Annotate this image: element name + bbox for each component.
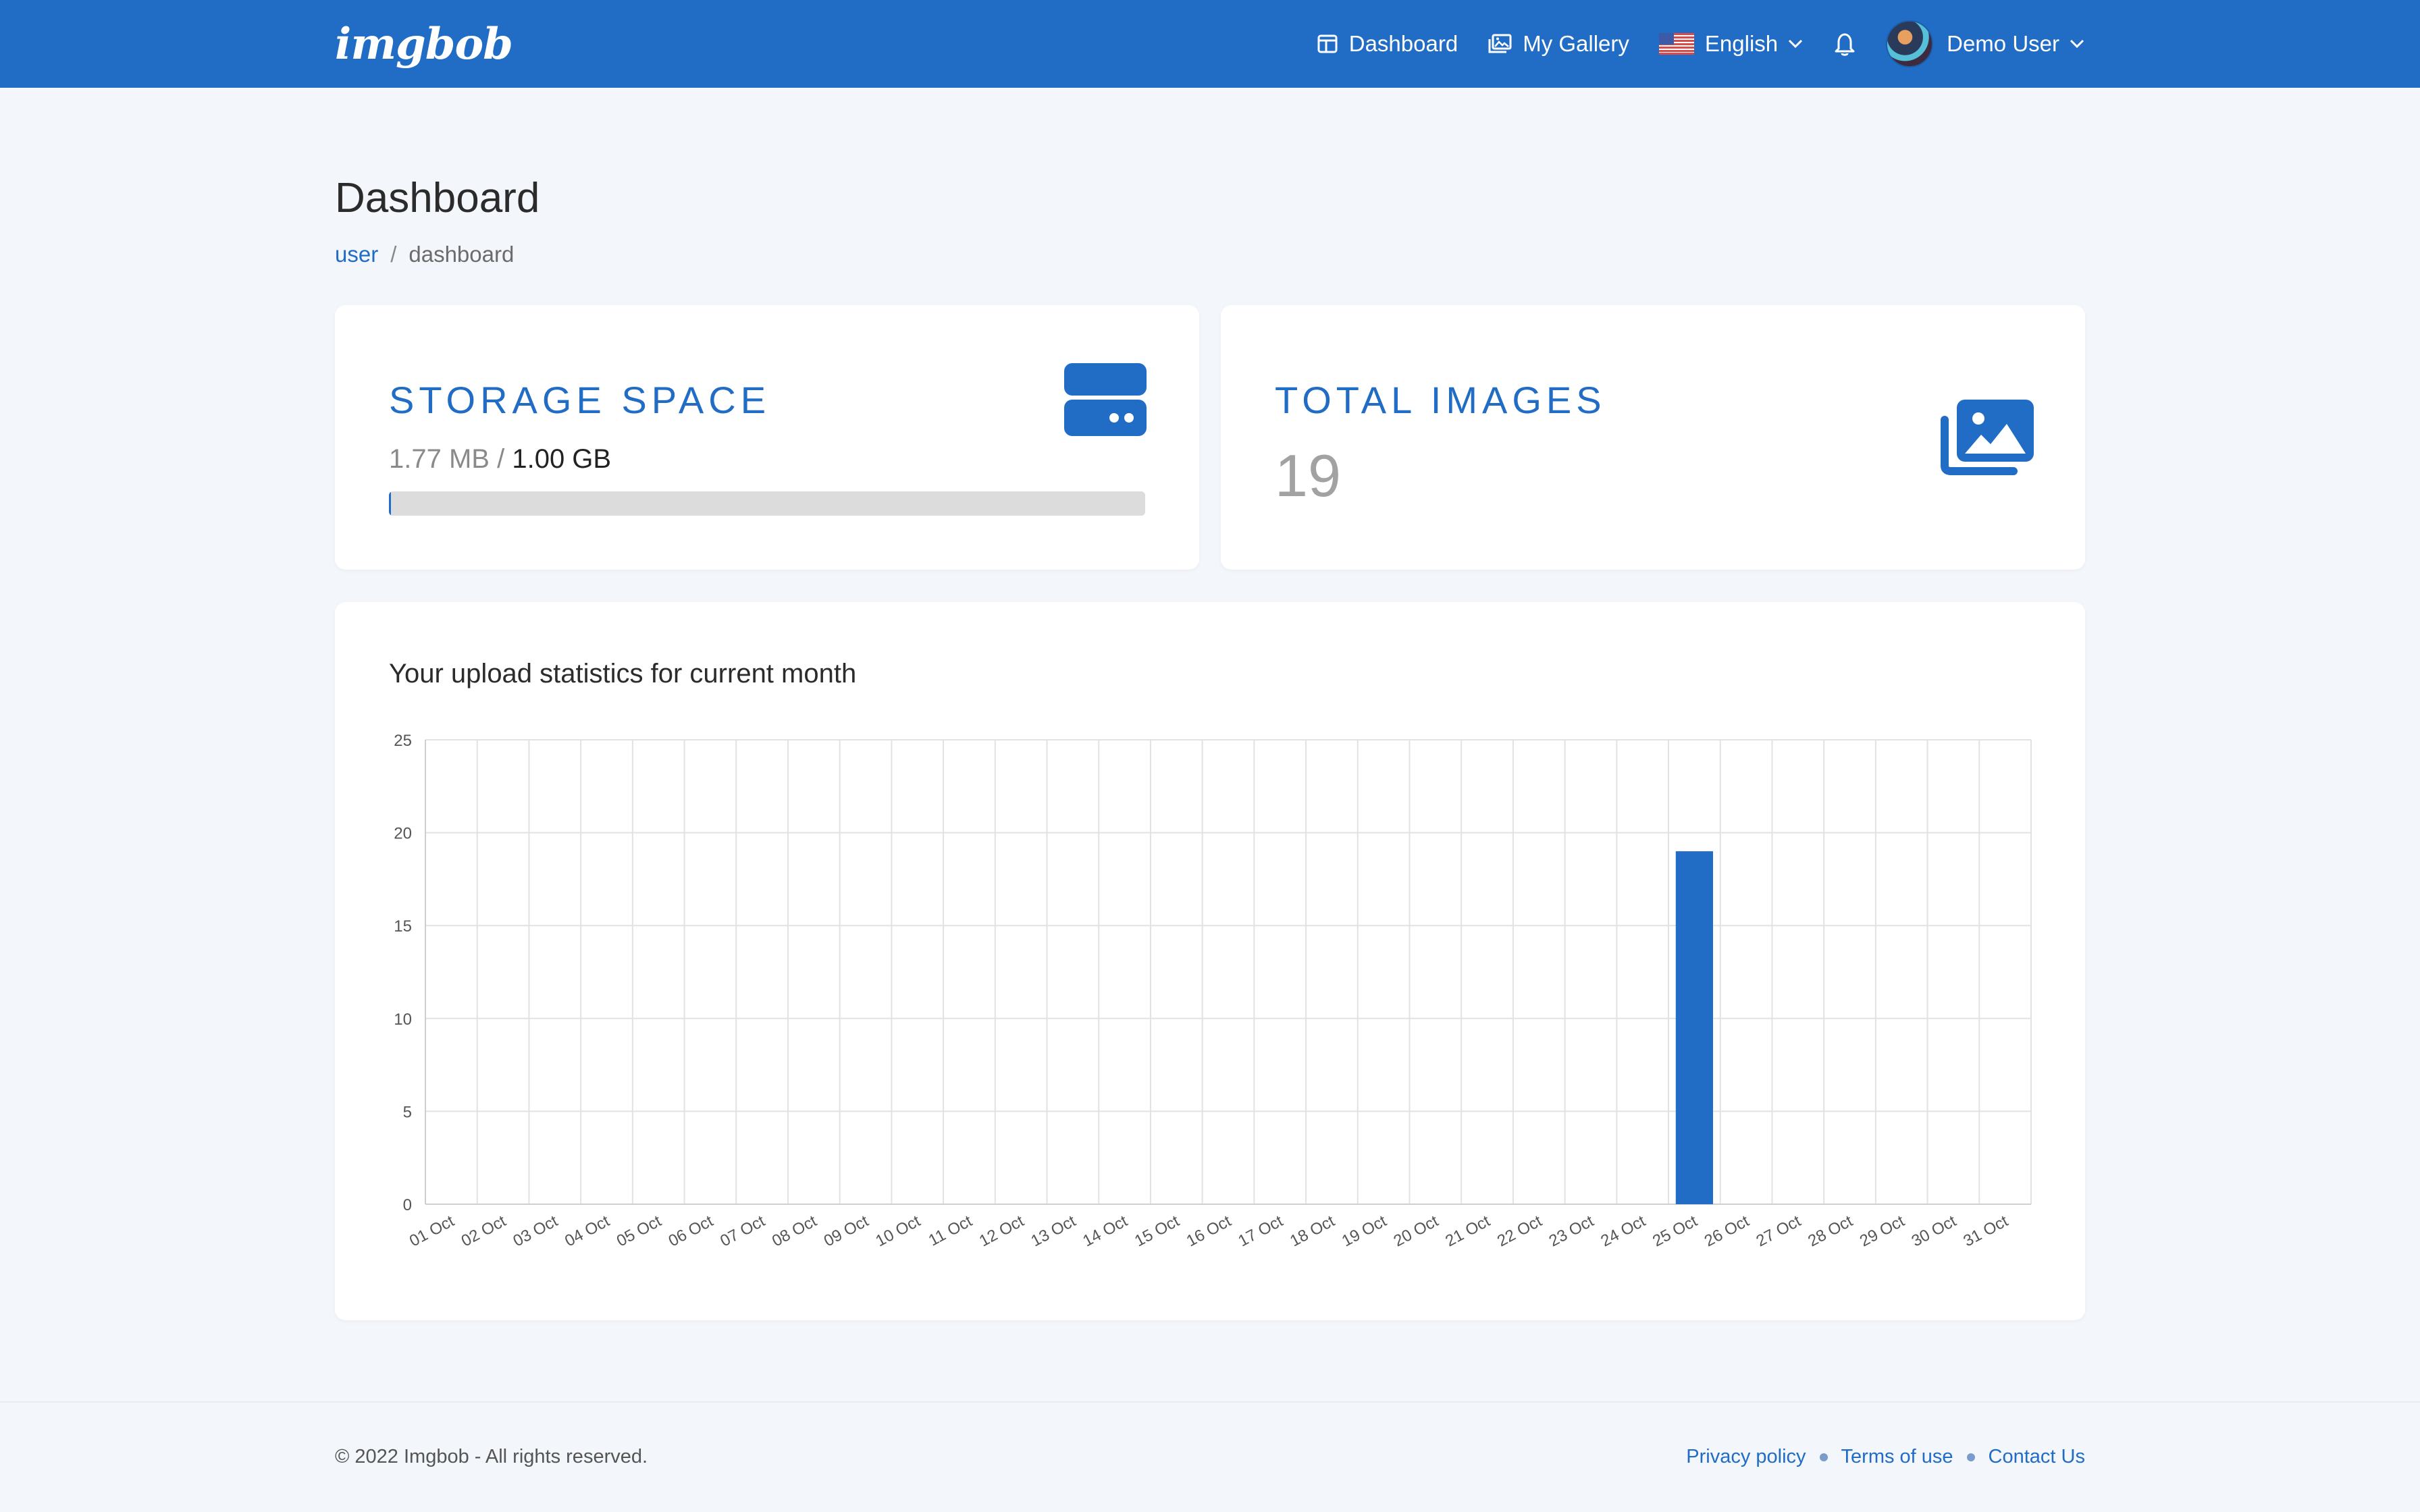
- x-tick-label: 12 Oct: [976, 1212, 1027, 1250]
- storage-total: 1.00 GB: [512, 444, 612, 474]
- x-tick-label: 11 Oct: [926, 1212, 976, 1249]
- chart-bar: [1675, 851, 1714, 1204]
- upload-bar-chart: 0 5 10 15 20 25 01 Oct 02 Oct 03 Oct 04 Oct 05 Oct…: [394, 732, 2032, 1250]
- nav-gallery-label: My Gallery: [1523, 31, 1629, 56]
- x-tick-label: 23 Oct: [1546, 1212, 1597, 1250]
- x-tick-label: 06 Oct: [666, 1212, 716, 1250]
- x-tick-label: 31 Oct: [1960, 1212, 2011, 1250]
- storage-usage-text: 1.77 MB / 1.00 GB: [389, 444, 611, 475]
- storage-progress-bar: [389, 491, 1145, 516]
- x-tick-label: 27 Oct: [1754, 1212, 1804, 1250]
- storage-space-card: STORAGE SPACE 1.77 MB / 1.00 GB: [335, 305, 1199, 570]
- x-tick-label: 28 Oct: [1805, 1212, 1856, 1250]
- footer-links: Privacy policy Terms of use Contact Us: [1686, 1446, 2085, 1468]
- breadcrumb-current: dashboard: [409, 242, 515, 267]
- x-tick-label: 22 Oct: [1494, 1212, 1545, 1250]
- upload-statistics-card: Your upload statistics for current month…: [335, 602, 2085, 1320]
- footer-copyright: © 2022 Imgbob - All rights reserved.: [335, 1446, 648, 1467]
- total-images-card: TOTAL IMAGES 19: [1221, 305, 2085, 570]
- x-tick-label: 01 Oct: [406, 1212, 457, 1250]
- x-tick-label: 03 Oct: [510, 1212, 560, 1250]
- breadcrumb: user / dashboard: [335, 242, 514, 267]
- x-tick-label: 20 Oct: [1391, 1212, 1442, 1250]
- nav-dashboard-label: Dashboard: [1348, 31, 1458, 56]
- x-tick-label: 07 Oct: [717, 1212, 768, 1250]
- gallery-icon: [1488, 34, 1512, 53]
- x-tick-label: 08 Oct: [769, 1212, 820, 1250]
- user-name-label: Demo User: [1947, 31, 2059, 56]
- navbar-menu: Dashboard My Gallery English Demo User: [1287, 0, 2085, 88]
- chevron-down-icon: [1789, 39, 1803, 49]
- breadcrumb-separator: /: [390, 242, 397, 267]
- footer-dot: [1819, 1453, 1828, 1461]
- x-tick-label: 29 Oct: [1857, 1212, 1908, 1250]
- language-selector[interactable]: English: [1658, 31, 1804, 57]
- avatar: [1886, 20, 1934, 68]
- contact-us-link[interactable]: Contact Us: [1989, 1446, 2085, 1468]
- y-tick-label: 10: [394, 1010, 412, 1029]
- footer-dot: [1966, 1453, 1975, 1461]
- x-tick-label: 24 Oct: [1598, 1212, 1648, 1250]
- x-tick-label: 15 Oct: [1132, 1212, 1182, 1250]
- notifications-bell[interactable]: [1833, 31, 1856, 57]
- y-tick-label: 20: [394, 825, 412, 843]
- y-tick-label: 25: [394, 732, 412, 750]
- nav-gallery-link[interactable]: My Gallery: [1488, 31, 1629, 57]
- x-tick-label: 21 Oct: [1442, 1212, 1493, 1250]
- images-icon: [1941, 400, 2034, 475]
- storage-card-title: STORAGE SPACE: [389, 379, 771, 421]
- x-tick-label: 05 Oct: [614, 1212, 664, 1250]
- x-tick-label: 19 Oct: [1339, 1212, 1390, 1250]
- language-label: English: [1704, 31, 1779, 56]
- x-tick-label: 10 Oct: [872, 1212, 923, 1250]
- chevron-down-icon: [2070, 39, 2084, 49]
- x-tick-label: 26 Oct: [1702, 1212, 1752, 1250]
- storage-used: 1.77 MB: [389, 444, 490, 474]
- images-card-title: TOTAL IMAGES: [1275, 379, 1606, 421]
- y-tick-label: 15: [394, 917, 412, 936]
- y-tick-label: 0: [403, 1196, 412, 1214]
- x-tick-label: 13 Oct: [1028, 1212, 1079, 1250]
- privacy-policy-link[interactable]: Privacy policy: [1686, 1446, 1806, 1468]
- x-tick-label: 18 Oct: [1287, 1212, 1338, 1250]
- storage-progress-fill: [389, 491, 392, 516]
- x-tick-label: 04 Oct: [562, 1212, 612, 1250]
- terms-of-use-link[interactable]: Terms of use: [1841, 1446, 1953, 1468]
- y-tick-label: 5: [403, 1103, 412, 1121]
- x-tick-label: 17 Oct: [1235, 1212, 1286, 1250]
- x-tick-label: 09 Oct: [821, 1212, 872, 1250]
- page-title: Dashboard: [335, 175, 540, 221]
- top-navbar: imgbob Dashboard My Gallery English Demo…: [0, 0, 2420, 88]
- storage-slash: /: [497, 444, 505, 474]
- x-tick-label: 02 Oct: [458, 1212, 509, 1250]
- dashboard-icon: [1317, 34, 1338, 53]
- brand-logo[interactable]: imgbob: [335, 19, 513, 70]
- hard-drive-icon: [1064, 363, 1147, 436]
- images-count: 19: [1275, 442, 1341, 509]
- navbar-inner: imgbob Dashboard My Gallery English Demo…: [335, 0, 2085, 88]
- x-tick-label: 25 Oct: [1650, 1212, 1700, 1250]
- bell-icon: [1835, 33, 1855, 56]
- x-tick-label: 30 Oct: [1909, 1212, 1959, 1250]
- x-tick-label: 14 Oct: [1080, 1212, 1130, 1250]
- footer-divider: [0, 1401, 2420, 1403]
- nav-dashboard-link[interactable]: Dashboard: [1317, 31, 1458, 57]
- breadcrumb-user-link[interactable]: user: [335, 242, 378, 267]
- user-menu[interactable]: Demo User: [1886, 20, 2085, 68]
- us-flag-icon: [1658, 33, 1694, 55]
- x-tick-label: 16 Oct: [1184, 1212, 1234, 1250]
